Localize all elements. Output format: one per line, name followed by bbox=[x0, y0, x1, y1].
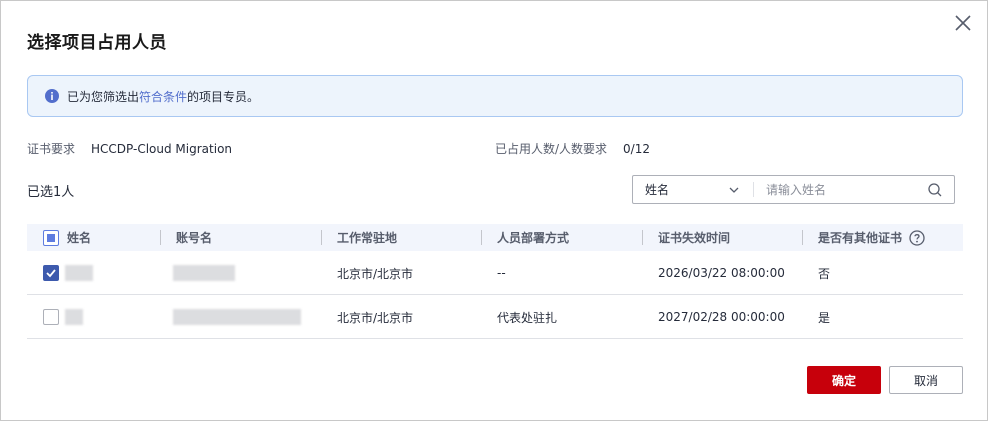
occupancy-value: 0/12 bbox=[623, 142, 650, 156]
redacted-account bbox=[173, 251, 235, 295]
header-location: 工作常驻地 bbox=[337, 231, 398, 245]
dialog-title: 选择项目占用人员 bbox=[27, 33, 167, 53]
selected-count: 已选1人 bbox=[27, 185, 75, 200]
header-expiry: 证书失效时间 bbox=[658, 231, 731, 245]
column-divider bbox=[481, 230, 482, 245]
select-personnel-dialog: 选择项目占用人员 已为您筛选出符合条件的项目专员。 证书要求 HCCDP-Clou… bbox=[0, 0, 988, 421]
search-input[interactable] bbox=[754, 176, 914, 203]
redacted-name bbox=[65, 251, 93, 295]
header-other-cert-label: 是否有其他证书 bbox=[818, 231, 903, 245]
confirm-button[interactable]: 确定 bbox=[807, 366, 881, 394]
cancel-button[interactable]: 取消 bbox=[889, 366, 963, 394]
occupancy: 已占用人数/人数要求 0/12 bbox=[495, 140, 650, 157]
close-icon[interactable] bbox=[951, 11, 975, 35]
checkbox-unchecked[interactable] bbox=[43, 309, 59, 325]
table-row[interactable]: 北京市/北京市 -- 2026/03/22 08:00:00 否 bbox=[27, 251, 963, 295]
info-prefix: 已为您筛选出 bbox=[67, 89, 140, 104]
header-name: 姓名 bbox=[67, 231, 92, 245]
search-bar: 姓名 bbox=[632, 175, 955, 204]
cell-deploy: -- bbox=[497, 266, 506, 280]
cell-location: 北京市/北京市 bbox=[337, 310, 414, 325]
search-icon[interactable] bbox=[927, 182, 943, 201]
checkbox-checked[interactable] bbox=[43, 265, 59, 281]
table-row[interactable]: 北京市/北京市 代表处驻扎 2027/02/28 00:00:00 是 bbox=[27, 295, 963, 339]
cert-value: HCCDP-Cloud Migration bbox=[91, 142, 233, 156]
column-divider bbox=[160, 230, 161, 245]
column-divider bbox=[802, 230, 803, 245]
redacted-account bbox=[173, 295, 301, 339]
cell-other-cert: 是 bbox=[818, 310, 831, 325]
checkbox-indeterminate[interactable] bbox=[43, 229, 59, 246]
cell-location: 北京市/北京市 bbox=[337, 266, 414, 281]
personnel-table: 姓名 账号名 工作常驻地 人员部署方式 证书失效时间 是否有其他证书 北京市/北… bbox=[27, 224, 963, 339]
column-divider bbox=[642, 230, 643, 245]
cell-expiry: 2026/03/22 08:00:00 bbox=[658, 266, 785, 280]
select-all-checkbox[interactable] bbox=[43, 224, 59, 251]
occupancy-label: 已占用人数/人数要求 bbox=[495, 142, 608, 156]
search-field-select[interactable]: 姓名 bbox=[633, 176, 753, 203]
column-divider bbox=[321, 230, 322, 245]
header-account: 账号名 bbox=[176, 231, 213, 245]
row-checkbox[interactable] bbox=[43, 251, 59, 295]
chevron-down-icon bbox=[728, 184, 740, 199]
info-suffix: 的项目专员。 bbox=[187, 89, 260, 104]
redacted-name bbox=[65, 295, 83, 339]
cert-requirement: 证书要求 HCCDP-Cloud Migration bbox=[27, 140, 232, 157]
info-text: 已为您筛选出符合条件的项目专员。 bbox=[67, 88, 259, 105]
qualified-link[interactable]: 符合条件 bbox=[139, 90, 187, 104]
info-banner: 已为您筛选出符合条件的项目专员。 bbox=[27, 75, 963, 117]
cell-other-cert: 否 bbox=[818, 266, 831, 281]
cert-label: 证书要求 bbox=[27, 142, 76, 156]
info-icon bbox=[45, 89, 59, 103]
cell-deploy: 代表处驻扎 bbox=[497, 310, 558, 325]
search-field-label: 姓名 bbox=[645, 183, 670, 197]
header-deploy: 人员部署方式 bbox=[497, 231, 570, 245]
cell-expiry: 2027/02/28 00:00:00 bbox=[658, 310, 785, 324]
table-header: 姓名 账号名 工作常驻地 人员部署方式 证书失效时间 是否有其他证书 bbox=[27, 224, 963, 251]
help-circle-icon[interactable] bbox=[909, 229, 925, 246]
header-other-cert: 是否有其他证书 bbox=[818, 224, 925, 251]
row-checkbox[interactable] bbox=[43, 295, 59, 339]
